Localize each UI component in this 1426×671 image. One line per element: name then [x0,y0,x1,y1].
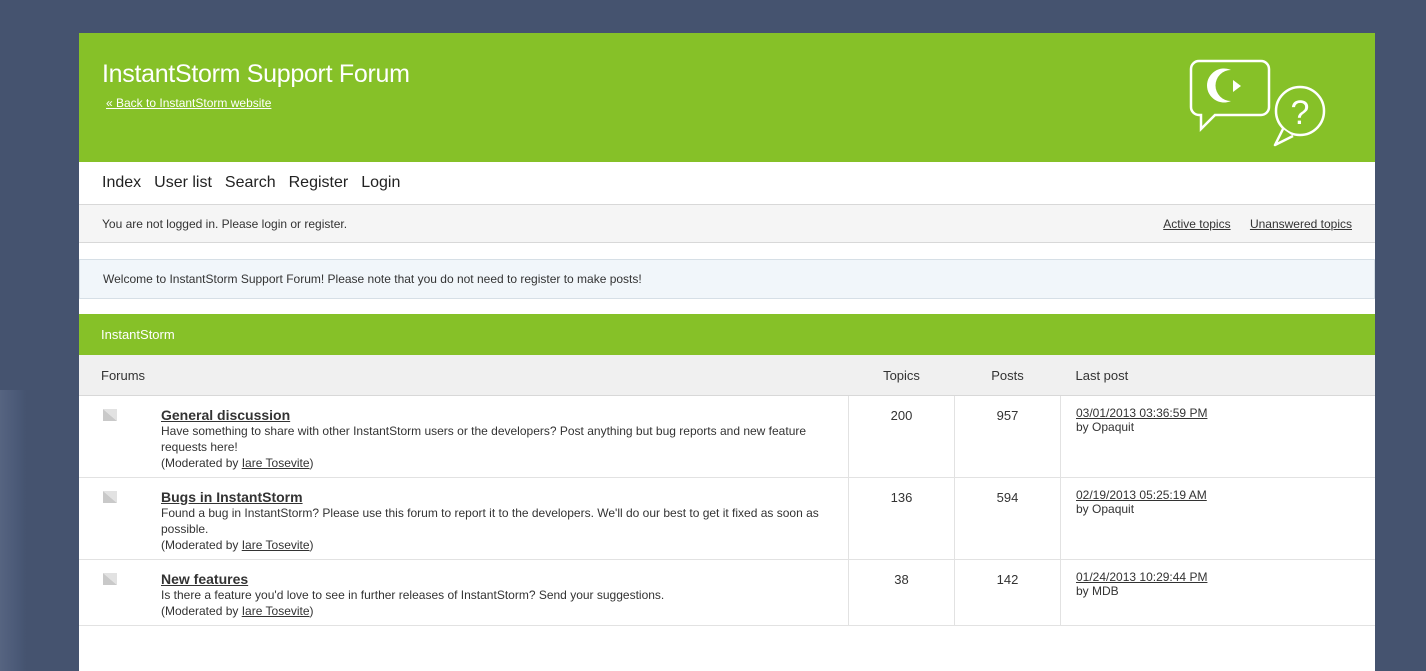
topic-count: 136 [848,477,955,560]
forum-name-link[interactable]: General discussion [161,407,290,423]
category-header: InstantStorm [79,314,1375,355]
forum-table: Forums Topics Posts Last post General di… [79,355,1375,626]
nav-item-register[interactable]: Register [289,174,349,192]
forum-row: Bugs in InstantStorm Found a bug in Inst… [79,477,1375,560]
forum-moderators: (Moderated by Iare Tosevite) [161,456,314,470]
last-post-author: by Opaquit [1076,420,1135,434]
forum-name-link[interactable]: Bugs in InstantStorm [161,489,303,505]
nav-item-index[interactable]: Index [102,174,141,192]
post-count: 142 [954,559,1061,626]
svg-text:?: ? [1291,94,1310,132]
background-decoration [0,390,26,671]
announcement-box: Welcome to InstantStorm Support Forum! P… [79,259,1375,299]
active-topics-link[interactable]: Active topics [1163,217,1230,231]
moderator-link[interactable]: Iare Tosevite [242,456,310,470]
forum-name-link[interactable]: New features [161,571,248,587]
col-posts: Posts [954,355,1061,396]
chat-bubbles-logo-icon: ? [1189,59,1326,147]
col-last-post: Last post [1060,355,1375,396]
login-status-message: You are not logged in. Please login or r… [102,216,348,231]
forum-page: InstantStorm Support Forum « Back to Ins… [79,33,1375,671]
category-title: InstantStorm [101,327,175,342]
status-links: Active topics Unanswered topics [1147,217,1352,231]
col-topics: Topics [848,355,955,396]
announcement-text: Welcome to InstantStorm Support Forum! P… [103,272,642,286]
last-post-link[interactable]: 02/19/2013 05:25:19 AM [1076,488,1207,502]
site-title: InstantStorm Support Forum [102,60,410,88]
unanswered-topics-link[interactable]: Unanswered topics [1250,217,1352,231]
forum-row: General discussion Have something to sha… [79,395,1375,478]
forum-status-icon [103,491,117,503]
nav-item-login[interactable]: Login [361,174,400,192]
forum-table-header: Forums Topics Posts Last post [79,355,1375,396]
forum-moderators: (Moderated by Iare Tosevite) [161,604,314,618]
main-nav: Index User list Search Register Login [79,162,1375,204]
last-post-author: by MDB [1076,584,1119,598]
post-count: 957 [954,395,1061,478]
forum-row: New features Is there a feature you'd lo… [79,559,1375,626]
forum-description: Found a bug in InstantStorm? Please use … [161,506,819,536]
last-post-author: by Opaquit [1076,502,1135,516]
col-forums: Forums [79,355,849,396]
nav-item-user-list[interactable]: User list [154,174,212,192]
last-post-link[interactable]: 01/24/2013 10:29:44 PM [1076,570,1207,584]
forum-description: Have something to share with other Insta… [161,424,807,454]
login-status-bar: You are not logged in. Please login or r… [79,204,1375,243]
last-post-link[interactable]: 03/01/2013 03:36:59 PM [1076,406,1207,420]
post-count: 594 [954,477,1061,560]
site-header: InstantStorm Support Forum « Back to Ins… [79,33,1375,162]
forum-description: Is there a feature you'd love to see in … [161,588,665,602]
forum-moderators: (Moderated by Iare Tosevite) [161,538,314,552]
forum-status-icon [103,573,117,585]
moderator-link[interactable]: Iare Tosevite [242,538,310,552]
topic-count: 38 [848,559,955,626]
moderator-link[interactable]: Iare Tosevite [242,604,310,618]
topic-count: 200 [848,395,955,478]
back-to-website-link[interactable]: « Back to InstantStorm website [106,96,271,110]
forum-status-icon [103,409,117,421]
nav-item-search[interactable]: Search [225,174,276,192]
